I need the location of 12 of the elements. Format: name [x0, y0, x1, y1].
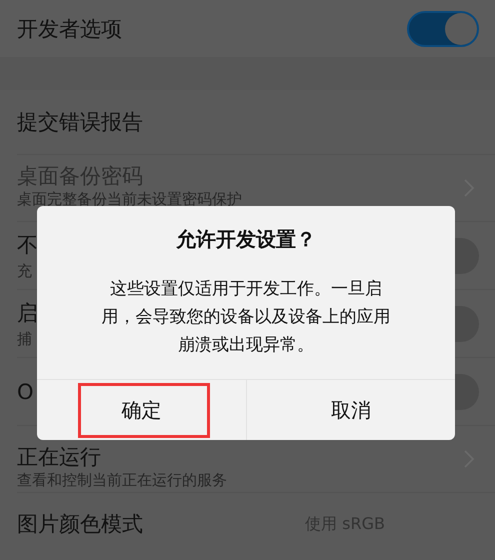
setting-title[interactable]: 图片颜色模式 [17, 510, 143, 538]
setting-title[interactable]: 不 [17, 230, 38, 258]
dialog-title: 允许开发设置？ [175, 226, 317, 253]
setting-title[interactable]: 启 [17, 298, 38, 326]
setting-title[interactable]: 开发者选项 [17, 14, 122, 42]
dialog-message: 这些设置仅适用于开发工作。一旦启用，会导致您的设备以及设备上的应用崩溃或出现异常。 [100, 278, 392, 357]
setting-title[interactable]: 正在运行 [17, 442, 101, 470]
toggle-switch[interactable] [407, 10, 479, 46]
dialog-button[interactable]: 取消 [246, 380, 455, 440]
setting-title[interactable]: 提交错误报告 [17, 108, 143, 136]
setting-title[interactable]: O [17, 380, 34, 404]
dialog-button[interactable]: 确定 [37, 380, 246, 440]
